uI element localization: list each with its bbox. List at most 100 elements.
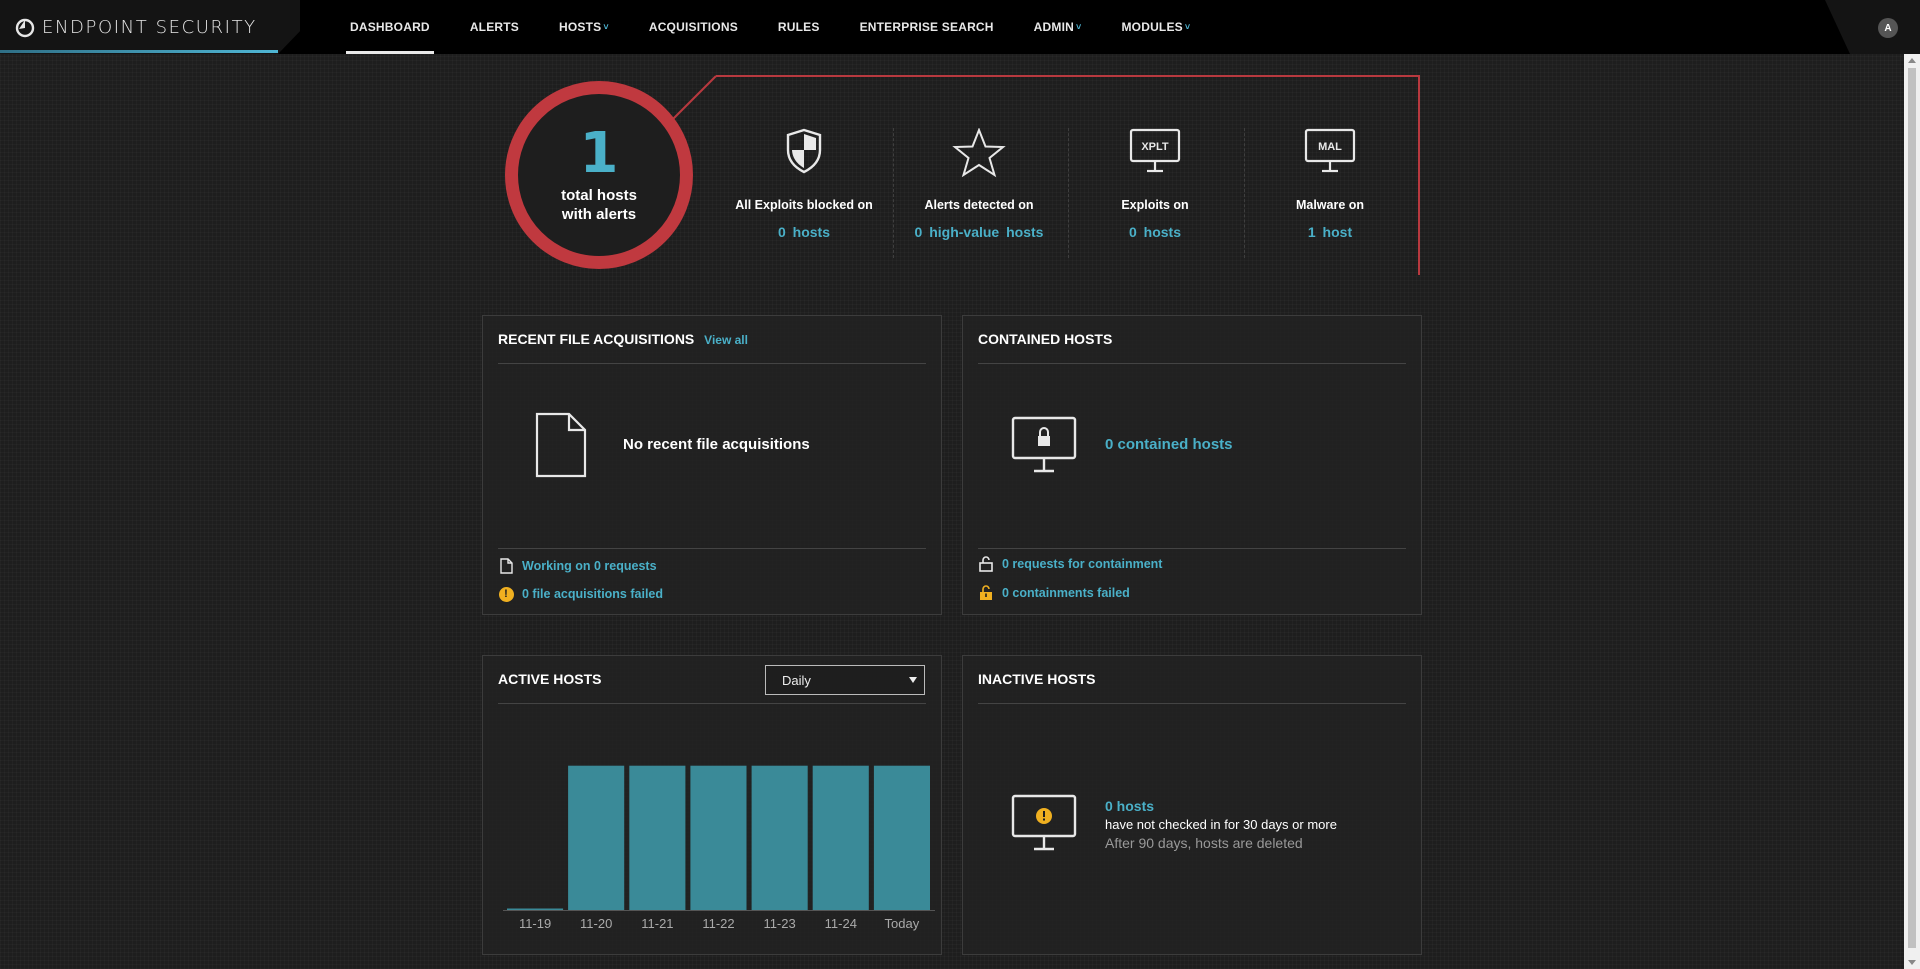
failed-acquisitions-link[interactable]: ! 0 file acquisitions failed xyxy=(498,586,663,602)
nav-item-label: ADMIN xyxy=(1033,20,1074,34)
mal-badge: MAL xyxy=(1318,141,1342,153)
endpoint-logo-icon[interactable] xyxy=(14,17,36,39)
nav-item-label: ACQUISITIONS xyxy=(648,20,738,34)
nav-item-label: RULES xyxy=(777,20,820,34)
top-right-area xyxy=(1825,0,1920,54)
panel-divider xyxy=(498,363,926,364)
stat-value-link[interactable]: 0 high-value hosts xyxy=(891,224,1067,240)
interval-select[interactable]: Daily xyxy=(765,665,925,695)
unlock-icon xyxy=(979,556,993,572)
x-tick-label: 11-22 xyxy=(702,916,734,931)
stat-alerts-detected[interactable]: Alerts detected on 0 high-value hosts xyxy=(891,128,1067,258)
main-nav: DASHBOARD ALERTS HOSTS ˅ ACQUISITIONS RULES EN… xyxy=(336,0,1216,54)
file-icon xyxy=(535,412,587,478)
chart-bar-11-20[interactable] xyxy=(568,765,625,910)
stat-value-link[interactable]: 0 hosts xyxy=(1067,224,1243,240)
failed-acquisitions-text[interactable]: 0 file acquisitions failed xyxy=(522,587,663,601)
nav-item-hosts[interactable]: HOSTS ˅ xyxy=(545,0,623,54)
nav-item-label: ENTERPRISE SEARCH xyxy=(859,20,994,34)
chevron-down-icon: ˅ xyxy=(1184,22,1191,32)
inactive-hosts-description: have not checked in for 30 days or more xyxy=(1105,817,1337,832)
x-tick-label: 11-19 xyxy=(519,916,551,931)
chart-bar-11-21[interactable] xyxy=(629,765,686,910)
nav-item-label: DASHBOARD xyxy=(350,20,430,34)
stat-malware[interactable]: MAL Malware on 1 host xyxy=(1242,128,1418,258)
shield-icon xyxy=(786,128,822,174)
total-hosts-label: total hosts with alerts xyxy=(561,187,637,223)
inactive-hosts-note: After 90 days, hosts are deleted xyxy=(1105,835,1303,851)
nav-item-alerts[interactable]: ALERTS xyxy=(456,0,533,54)
nav-item-rules[interactable]: RULES xyxy=(764,0,834,54)
page-scrollbar[interactable] xyxy=(1904,54,1920,969)
inactive-hosts-panel: INACTIVE HOSTS 0 hosts have not checked … xyxy=(962,655,1422,955)
contained-hosts-count-link[interactable]: 0 contained hosts xyxy=(1105,436,1233,453)
scroll-up-arrow-icon[interactable] xyxy=(1908,58,1916,63)
recent-acquisitions-panel: RECENT FILE ACQUISITIONS View all No rec… xyxy=(482,315,942,615)
containment-requests-link[interactable]: 0 requests for containment xyxy=(978,556,1162,572)
scroll-down-arrow-icon[interactable] xyxy=(1908,960,1916,965)
failed-containments-text[interactable]: 0 containments failed xyxy=(1002,586,1130,600)
stat-title: Alerts detected on xyxy=(924,198,1034,212)
empty-acquisitions-message: No recent file acquisitions xyxy=(623,436,810,453)
acquisitions-title: RECENT FILE ACQUISITIONS xyxy=(498,331,695,347)
chevron-down-icon: ˅ xyxy=(603,22,609,32)
unlock-warning-icon xyxy=(980,585,992,600)
chevron-down-icon: ˅ xyxy=(1076,22,1082,32)
contained-hosts-panel: CONTAINED HOSTS 0 contained hosts 0 requ… xyxy=(962,315,1422,615)
app-title[interactable]: ENDPOINT SECURITY xyxy=(42,17,257,38)
warning-icon: ! xyxy=(498,586,514,602)
active-hosts-panel: ACTIVE HOSTS Daily 11-19 11-20 11-21 11-22 1… xyxy=(482,655,942,955)
nav-item-label: ALERTS xyxy=(469,20,520,34)
chart-bar-11-22[interactable] xyxy=(690,765,747,910)
brand-underline xyxy=(0,50,278,53)
file-small-icon xyxy=(499,558,513,574)
monitor-mal-icon: MAL xyxy=(1304,128,1356,173)
stat-exploits-blocked[interactable]: All Exploits blocked on 0 hosts xyxy=(716,128,892,258)
panel-title: INACTIVE HOSTS xyxy=(978,671,1096,687)
inactive-hosts-count-link[interactable]: 0 hosts xyxy=(1105,798,1154,814)
active-hosts-chart: 11-19 11-20 11-21 11-22 11-23 11-24 Today xyxy=(503,765,935,931)
stat-value-link[interactable]: 0 hosts xyxy=(716,224,892,240)
working-requests-link[interactable]: Working on 0 requests xyxy=(498,558,657,574)
panel-divider xyxy=(978,363,1406,364)
x-tick-label: 11-24 xyxy=(825,916,857,931)
chart-bar-11-24[interactable] xyxy=(812,765,869,910)
x-tick-label: Today xyxy=(885,916,920,931)
failed-containments-link[interactable]: 0 containments failed xyxy=(978,585,1130,601)
stat-title: Malware on xyxy=(1295,198,1365,212)
nav-item-acquisitions[interactable]: ACQUISITIONS xyxy=(635,0,752,54)
total-hosts-count: 1 xyxy=(579,121,619,186)
panel-title: RECENT FILE ACQUISITIONS View all xyxy=(498,331,748,347)
dropdown-caret-icon xyxy=(909,677,917,683)
chart-bar-11-19[interactable] xyxy=(507,908,564,911)
panel-title: CONTAINED HOSTS xyxy=(978,331,1113,347)
panel-divider xyxy=(498,703,926,704)
containment-requests-text[interactable]: 0 requests for containment xyxy=(1002,557,1162,571)
nav-item-admin[interactable]: ADMIN ˅ xyxy=(1020,0,1096,54)
nav-item-label: HOSTS xyxy=(559,20,602,34)
x-tick-label: 11-23 xyxy=(763,916,795,931)
chart-bar-11-23[interactable] xyxy=(751,765,808,910)
nav-item-modules[interactable]: MODULES ˅ xyxy=(1107,0,1204,54)
panel-divider xyxy=(498,548,926,549)
view-all-link[interactable]: View all xyxy=(704,333,748,347)
user-avatar[interactable]: A xyxy=(1878,18,1898,38)
nav-item-dashboard[interactable]: DASHBOARD xyxy=(336,0,444,54)
scroll-thumb[interactable] xyxy=(1908,68,1916,948)
x-tick-label: 11-21 xyxy=(641,916,673,931)
monitor-xplt-icon: XPLT xyxy=(1129,128,1181,173)
total-hosts-ring[interactable]: 1 total hosts with alerts xyxy=(505,81,693,269)
nav-item-label: MODULES xyxy=(1121,20,1183,34)
monitor-lock-icon xyxy=(1011,416,1077,473)
stat-value-link[interactable]: 1 host xyxy=(1242,224,1418,240)
working-requests-text[interactable]: Working on 0 requests xyxy=(522,559,657,573)
monitor-warning-icon xyxy=(1011,794,1077,851)
stat-title: All Exploits blocked on xyxy=(735,198,873,212)
chart-bar-today[interactable] xyxy=(873,765,930,910)
stat-title: Exploits on xyxy=(1121,198,1189,212)
xplt-badge: XPLT xyxy=(1141,141,1169,153)
stat-exploits[interactable]: XPLT Exploits on 0 hosts xyxy=(1067,128,1243,258)
nav-item-enterprise-search[interactable]: ENTERPRISE SEARCH xyxy=(846,0,1008,54)
interval-select-value: Daily xyxy=(782,672,811,688)
x-tick-label: 11-20 xyxy=(580,916,612,931)
